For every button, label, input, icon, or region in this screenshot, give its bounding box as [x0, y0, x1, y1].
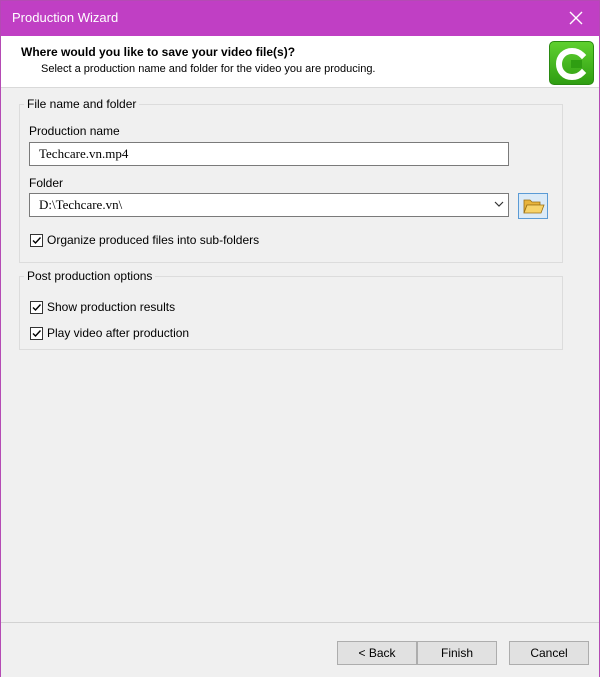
back-button[interactable]: < Back — [337, 641, 417, 665]
folder-input[interactable]: D:\Techcare.vn\ — [29, 193, 509, 217]
chevron-down-icon[interactable] — [494, 200, 504, 208]
production-name-label: Production name — [29, 124, 120, 138]
title-bar: Production Wizard — [1, 1, 599, 36]
checkmark-icon — [32, 329, 42, 337]
production-wizard-window: Production Wizard Where would you like t… — [0, 0, 600, 677]
play-video-checkbox[interactable]: Play video after production — [30, 326, 189, 340]
window-title: Production Wizard — [12, 10, 119, 25]
header-subtitle: Select a production name and folder for … — [41, 63, 376, 75]
wizard-content: File name and folder Production name Tec… — [1, 88, 599, 622]
folder-label: Folder — [29, 176, 64, 190]
browse-folder-button[interactable] — [518, 193, 548, 219]
wizard-header: Where would you like to save your video … — [1, 36, 599, 88]
checkmark-icon — [32, 236, 42, 244]
camtasia-logo-icon — [549, 41, 594, 85]
checkmark-icon — [32, 303, 42, 311]
play-video-checkbox-box[interactable] — [30, 326, 43, 340]
cancel-button[interactable]: Cancel — [509, 641, 589, 665]
file-group-legend: File name and folder — [27, 97, 137, 111]
organize-checkbox-label: Organize produced files into sub-folders — [47, 233, 260, 247]
close-icon — [569, 11, 583, 25]
production-name-input[interactable]: Techcare.vn.mp4 — [29, 142, 509, 166]
show-results-checkbox[interactable]: Show production results — [30, 300, 175, 314]
show-results-label: Show production results — [47, 300, 176, 314]
post-group-legend: Post production options — [27, 269, 153, 283]
finish-button[interactable]: Finish — [417, 641, 497, 665]
organize-subfolders-checkbox[interactable]: Organize produced files into sub-folders — [30, 233, 259, 247]
show-results-checkbox-box[interactable] — [30, 300, 43, 314]
play-video-label: Play video after production — [47, 326, 190, 340]
organize-checkbox-box[interactable] — [30, 233, 43, 247]
wizard-footer: < Back Finish Cancel — [1, 622, 599, 677]
folder-open-icon — [523, 199, 545, 214]
close-button[interactable] — [553, 1, 599, 36]
header-title: Where would you like to save your video … — [21, 45, 296, 59]
folder-combobox[interactable]: D:\Techcare.vn\ — [29, 193, 509, 217]
